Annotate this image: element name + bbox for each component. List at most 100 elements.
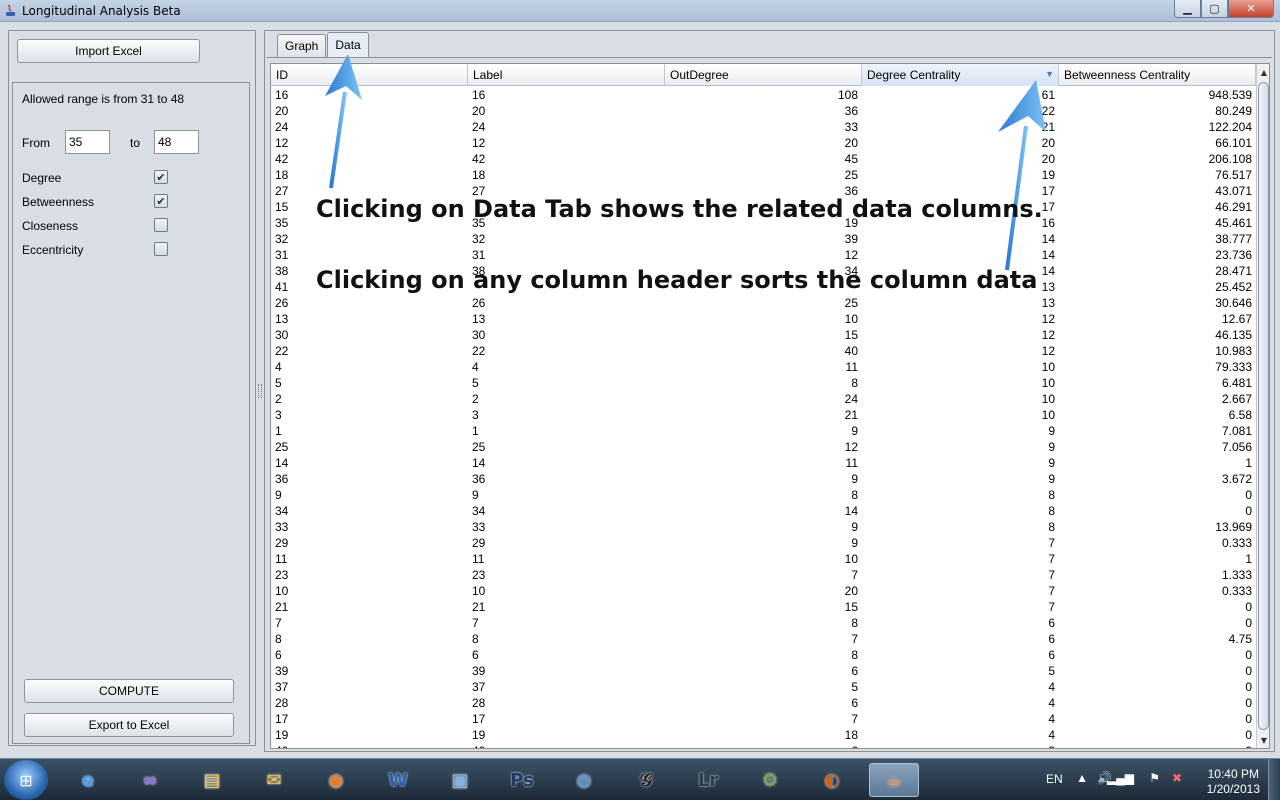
table-cell: 20 (472, 104, 486, 118)
action-center-icon[interactable]: ⚑ (1149, 771, 1160, 785)
table-row[interactable]: 21 21 15 7 0 (271, 599, 1256, 615)
google-earth-taskbar-button[interactable]: ◍ (559, 763, 609, 797)
close-button[interactable]: ✕ (1228, 0, 1274, 18)
table-row[interactable]: 13 13 10 12 12.67 (271, 311, 1256, 327)
tab-data[interactable]: Data (327, 32, 369, 57)
table-row[interactable]: 42 42 45 20 206.108 (271, 151, 1256, 167)
compute-button[interactable]: COMPUTE (24, 679, 234, 703)
closeness-checkbox[interactable] (154, 218, 168, 232)
from-input[interactable] (65, 130, 110, 154)
table-row[interactable]: 31 31 12 14 23.736 (271, 247, 1256, 263)
start-button[interactable]: ⊞ (4, 760, 48, 800)
table-row[interactable]: 23 23 7 7 1.333 (271, 567, 1256, 583)
lightroom-icon: Lr (697, 769, 719, 791)
maximize-button[interactable]: ▢ (1201, 0, 1228, 18)
scroll-down-icon[interactable]: ▼ (1257, 733, 1269, 747)
table-row[interactable]: 20 20 36 22 80.249 (271, 103, 1256, 119)
scroll-up-icon[interactable]: ▲ (1257, 65, 1269, 79)
table-cell: 0 (1245, 680, 1252, 694)
visual-studio-taskbar-button[interactable]: ∞ (125, 763, 175, 797)
table-cell: 122.204 (1208, 120, 1252, 134)
table-row[interactable]: 32 32 39 14 38.777 (271, 231, 1256, 247)
table-row[interactable]: 26 26 25 13 30.646 (271, 295, 1256, 311)
network-tool-taskbar-button[interactable]: ⚙ (745, 763, 795, 797)
degree-label: Degree (22, 171, 62, 185)
table-cell: 6.58 (1228, 408, 1252, 422)
degree-checkbox[interactable] (154, 170, 168, 184)
tab-graph[interactable]: Graph (277, 34, 327, 57)
header-betweenness-centrality[interactable]: Betweenness Centrality (1059, 64, 1256, 86)
table-row[interactable]: 22 22 40 12 10.983 (271, 343, 1256, 359)
table-row[interactable]: 4 4 11 10 79.333 (271, 359, 1256, 375)
table-row[interactable]: 39 39 6 5 0 (271, 663, 1256, 679)
table-row[interactable]: 34 34 14 8 0 (271, 503, 1256, 519)
photoshop-taskbar-button[interactable]: Ps (497, 763, 547, 797)
language-indicator[interactable]: EN (1046, 772, 1063, 786)
table-row[interactable]: 30 30 15 12 46.135 (271, 327, 1256, 343)
table-row[interactable]: 24 24 33 21 122.204 (271, 119, 1256, 135)
lightroom-taskbar-button[interactable]: Lr (683, 763, 733, 797)
table-row[interactable]: 11 11 10 7 1 (271, 551, 1256, 567)
file-explorer-taskbar-button[interactable]: ▤ (187, 763, 237, 797)
table-row[interactable]: 28 28 6 4 0 (271, 695, 1256, 711)
ie-taskbar-button[interactable]: e (63, 763, 113, 797)
table-row[interactable]: 1 1 9 9 7.081 (271, 423, 1256, 439)
tray-expand-icon[interactable]: ▲ (1076, 771, 1088, 785)
header-label-col[interactable]: Label (468, 64, 665, 86)
table-row[interactable]: 37 37 5 4 0 (271, 679, 1256, 695)
firefox-taskbar-button[interactable]: ◉ (311, 763, 361, 797)
table-row[interactable]: 17 17 7 4 0 (271, 711, 1256, 727)
table-row[interactable]: 14 14 11 9 1 (271, 455, 1256, 471)
table-cell: 7 (851, 632, 858, 646)
table-row[interactable]: 2 2 24 10 2.667 (271, 391, 1256, 407)
header-degree-centrality[interactable]: Degree Centrality ▼ (862, 64, 1059, 86)
table-row[interactable]: 12 12 20 20 66.101 (271, 135, 1256, 151)
table-row[interactable]: 4040630 (271, 743, 1256, 748)
virtualbox-taskbar-button[interactable]: ▣ (435, 763, 485, 797)
table-row[interactable]: 29 29 9 7 0.333 (271, 535, 1256, 551)
header-id[interactable]: ID (271, 64, 468, 86)
split-pane-divider[interactable] (258, 384, 262, 398)
paint-taskbar-button[interactable]: ◐ (807, 763, 857, 797)
header-outdegree[interactable]: OutDegree (665, 64, 862, 86)
table-row[interactable]: 8 8 7 6 4.75 (271, 631, 1256, 647)
show-desktop-button[interactable] (1268, 759, 1280, 800)
minimize-button[interactable]: ▁ (1174, 0, 1201, 18)
java-taskbar-button[interactable]: ☕ (869, 763, 919, 797)
vertical-scrollbar[interactable]: ▲ ▼ (1256, 64, 1269, 748)
network-icon[interactable]: ▂▄▆ (1107, 771, 1134, 785)
table-row[interactable]: 36 36 9 9 3.672 (271, 471, 1256, 487)
table-row[interactable]: 6 6 8 6 0 (271, 647, 1256, 663)
table-row[interactable]: 25 25 12 9 7.056 (271, 439, 1256, 455)
table-cell: 20 (275, 104, 289, 118)
power-warning-icon[interactable]: ✖ (1172, 771, 1182, 785)
scroll-thumb[interactable] (1258, 82, 1269, 730)
eccentricity-checkbox[interactable] (154, 242, 168, 256)
outlook-taskbar-button[interactable]: ✉ (249, 763, 299, 797)
table-row[interactable]: 7 7 8 6 0 (271, 615, 1256, 631)
betweenness-checkbox[interactable] (154, 194, 168, 208)
table-row[interactable]: 19 19 18 4 0 (271, 727, 1256, 743)
table-row[interactable]: 16 16 108 61 948.539 (271, 87, 1256, 103)
table-row[interactable]: 3 3 21 10 6.58 (271, 407, 1256, 423)
clock[interactable]: 10:40 PM 1/20/2013 (1207, 767, 1260, 797)
word-taskbar-button[interactable]: W (373, 763, 423, 797)
table-row[interactable]: 9 9 8 8 0 (271, 487, 1256, 503)
table-cell: 9 (1048, 456, 1055, 470)
table-row[interactable]: 33 33 9 8 13.969 (271, 519, 1256, 535)
table-row[interactable]: 10 10 20 7 0.333 (271, 583, 1256, 599)
export-excel-button[interactable]: Export to Excel (24, 713, 234, 737)
table-cell: 34 (472, 504, 486, 518)
table-cell: 12 (472, 136, 486, 150)
table-cell: 6 (1048, 648, 1055, 662)
table-row[interactable]: 5 5 8 10 6.481 (271, 375, 1256, 391)
table-cell: 0 (1245, 488, 1252, 502)
table-cell: 10.983 (1215, 344, 1252, 358)
photoshop-icon: Ps (510, 769, 534, 791)
table-cell: 12 (1041, 312, 1055, 326)
to-input[interactable] (154, 130, 199, 154)
table-row[interactable]: 18 18 25 19 76.517 (271, 167, 1256, 183)
import-excel-button[interactable]: Import Excel (17, 39, 200, 63)
script-font-taskbar-button[interactable]: 𝒢 (621, 763, 671, 797)
table-cell: 6 (275, 648, 282, 662)
